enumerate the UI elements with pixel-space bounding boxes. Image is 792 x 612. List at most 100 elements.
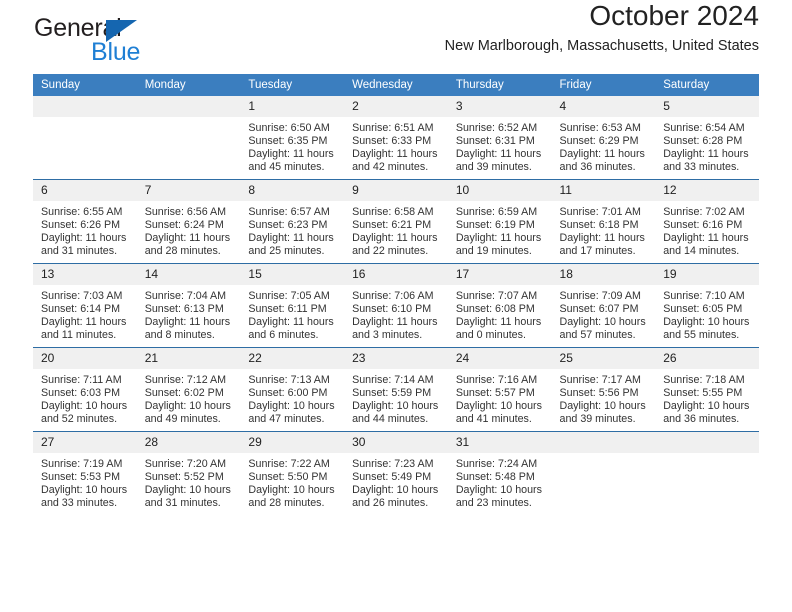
sunset-time: Sunset: 5:57 PM — [455, 386, 535, 399]
calendar-day-cell[interactable]: 19 Sunrise: 7:10 AM Sunset: 6:05 PM Dayligh… — [655, 263, 759, 348]
daylight-duration-line2: and 14 minutes. — [663, 244, 740, 257]
day-details: Sunrise: 7:05 AM Sunset: 6:11 PM Daylight:… — [240, 285, 344, 342]
calendar-day-cell[interactable]: 17 Sunrise: 7:07 AM Sunset: 6:08 PM Dayligh… — [447, 263, 552, 348]
sunset-time: Sunset: 6:16 PM — [663, 218, 743, 231]
sunset-time: Sunset: 5:56 PM — [559, 386, 639, 399]
calendar-day-cell[interactable]: 28 Sunrise: 7:20 AM Sunset: 5:52 PM Dayligh… — [136, 431, 241, 515]
day-details: Sunrise: 6:50 AM Sunset: 6:35 PM Daylight:… — [240, 117, 344, 174]
day-number: 2 — [344, 96, 448, 117]
daylight-duration-line1: Daylight: 11 hours — [248, 315, 334, 328]
calendar-day-cell[interactable]: 11 Sunrise: 7:01 AM Sunset: 6:18 PM Dayligh… — [551, 179, 656, 264]
calendar-day-cell[interactable]: 23 Sunrise: 7:14 AM Sunset: 5:59 PM Dayligh… — [344, 347, 448, 432]
sunset-time: Sunset: 6:24 PM — [144, 218, 224, 231]
daylight-duration-line1: Daylight: 10 hours — [352, 483, 439, 496]
sunrise-time: Sunrise: 7:20 AM — [144, 458, 227, 470]
calendar-day-cell[interactable]: 21 Sunrise: 7:12 AM Sunset: 6:02 PM Dayligh… — [136, 347, 241, 432]
sunset-time: Sunset: 6:03 PM — [41, 386, 121, 399]
page-subtitle: New Marlborough, Massachusetts, United S… — [444, 38, 759, 55]
day-number: 1 — [240, 96, 345, 117]
daylight-duration-line1: Daylight: 10 hours — [663, 315, 750, 328]
daylight-duration-line2: and 31 minutes. — [144, 496, 221, 509]
sunset-time: Sunset: 5:59 PM — [352, 386, 432, 399]
day-number: 26 — [655, 348, 759, 369]
sunset-time: Sunset: 5:49 PM — [352, 470, 432, 483]
daylight-duration-line1: Daylight: 11 hours — [144, 231, 231, 244]
calendar-day-cell[interactable]: 20 Sunrise: 7:11 AM Sunset: 6:03 PM Dayligh… — [33, 347, 137, 432]
calendar-day-cell[interactable]: 15 Sunrise: 7:05 AM Sunset: 6:11 PM Dayligh… — [240, 263, 345, 348]
daylight-duration-line1: Daylight: 11 hours — [41, 231, 127, 244]
calendar-day-cell[interactable]: 13 Sunrise: 7:03 AM Sunset: 6:14 PM Dayligh… — [33, 263, 137, 348]
calendar-header-row: Sunday Monday Tuesday Wednesday Thursday Frid… — [33, 74, 759, 96]
daylight-duration-line2: and 28 minutes. — [144, 244, 221, 257]
sunrise-time: Sunrise: 7:14 AM — [352, 374, 434, 386]
sunrise-time: Sunrise: 6:59 AM — [455, 206, 538, 218]
calendar-day-cell-empty — [551, 431, 656, 515]
sunrise-time: Sunrise: 7:16 AM — [455, 374, 538, 386]
sunrise-time: Sunrise: 7:05 AM — [248, 290, 330, 302]
day-number: 8 — [240, 180, 345, 201]
day-details: Sunrise: 7:14 AM Sunset: 5:59 PM Daylight:… — [344, 369, 448, 426]
sunset-time: Sunset: 6:18 PM — [559, 218, 639, 231]
daylight-duration-line2: and 49 minutes. — [144, 412, 221, 425]
day-details: Sunrise: 6:59 AM Sunset: 6:19 PM Daylight:… — [448, 201, 552, 258]
calendar-day-cell[interactable]: 14 Sunrise: 7:04 AM Sunset: 6:13 PM Dayligh… — [136, 263, 241, 348]
calendar-day-cell[interactable]: 9 Sunrise: 6:58 AM Sunset: 6:21 PM Daylight… — [344, 179, 448, 264]
daylight-duration-line2: and 26 minutes. — [352, 496, 429, 509]
sunrise-time: Sunrise: 7:13 AM — [248, 374, 330, 386]
daylight-duration-line2: and 28 minutes. — [248, 496, 325, 509]
calendar-day-cell[interactable]: 6 Sunrise: 6:55 AM Sunset: 6:26 PM Daylight… — [33, 179, 137, 264]
day-number: 14 — [136, 264, 241, 285]
day-details: Sunrise: 6:51 AM Sunset: 6:33 PM Daylight:… — [344, 117, 448, 174]
calendar-day-cell[interactable]: 12 Sunrise: 7:02 AM Sunset: 6:16 PM Dayligh… — [655, 179, 759, 264]
calendar-day-cell[interactable]: 4 Sunrise: 6:53 AM Sunset: 6:29 PM Daylight… — [551, 96, 656, 180]
daylight-duration-line2: and 45 minutes. — [248, 160, 325, 173]
day-number — [136, 96, 241, 117]
day-details: Sunrise: 6:56 AM Sunset: 6:24 PM Daylight:… — [137, 201, 241, 258]
calendar-day-cell[interactable]: 8 Sunrise: 6:57 AM Sunset: 6:23 PM Daylight… — [240, 179, 345, 264]
calendar-day-cell[interactable]: 7 Sunrise: 6:56 AM Sunset: 6:24 PM Daylight… — [136, 179, 241, 264]
calendar-day-cell[interactable]: 30 Sunrise: 7:23 AM Sunset: 5:49 PM Dayligh… — [344, 431, 448, 515]
calendar-day-cell[interactable]: 27 Sunrise: 7:19 AM Sunset: 5:53 PM Dayligh… — [33, 431, 137, 515]
sunrise-time: Sunrise: 6:50 AM — [248, 122, 330, 134]
daylight-duration-line2: and 47 minutes. — [248, 412, 325, 425]
sunset-time: Sunset: 6:23 PM — [248, 218, 328, 231]
daylight-duration-line2: and 33 minutes. — [663, 160, 740, 173]
logo-text-blue: Blue — [91, 38, 141, 66]
calendar-day-cell[interactable]: 26 Sunrise: 7:18 AM Sunset: 5:55 PM Dayligh… — [655, 347, 759, 432]
day-details: Sunrise: 6:58 AM Sunset: 6:21 PM Daylight:… — [344, 201, 448, 258]
calendar-day-cell[interactable]: 3 Sunrise: 6:52 AM Sunset: 6:31 PM Daylight… — [447, 96, 552, 180]
calendar-day-cell[interactable]: 29 Sunrise: 7:22 AM Sunset: 5:50 PM Dayligh… — [240, 431, 345, 515]
day-details: Sunrise: 7:07 AM Sunset: 6:08 PM Daylight:… — [448, 285, 552, 342]
daylight-duration-line2: and 36 minutes. — [663, 412, 740, 425]
daylight-duration-line1: Daylight: 10 hours — [248, 399, 335, 412]
calendar-day-cell-empty — [136, 96, 241, 180]
day-details: Sunrise: 7:23 AM Sunset: 5:49 PM Daylight:… — [344, 453, 448, 510]
daylight-duration-line1: Daylight: 11 hours — [455, 231, 542, 244]
calendar-day-cell[interactable]: 10 Sunrise: 6:59 AM Sunset: 6:19 PM Dayligh… — [447, 179, 552, 264]
sunrise-time: Sunrise: 6:55 AM — [41, 206, 123, 218]
calendar-day-cell[interactable]: 24 Sunrise: 7:16 AM Sunset: 5:57 PM Dayligh… — [447, 347, 552, 432]
day-details: Sunrise: 7:17 AM Sunset: 5:56 PM Daylight:… — [552, 369, 656, 426]
day-number — [33, 96, 137, 117]
calendar-week-row: 1 Sunrise: 6:50 AM Sunset: 6:35 PM Daylight… — [33, 96, 759, 180]
day-details: Sunrise: 7:22 AM Sunset: 5:50 PM Daylight:… — [240, 453, 344, 510]
calendar-day-cell[interactable]: 25 Sunrise: 7:17 AM Sunset: 5:56 PM Dayligh… — [551, 347, 656, 432]
sunset-time: Sunset: 6:31 PM — [455, 134, 535, 147]
daylight-duration-line2: and 31 minutes. — [41, 244, 118, 257]
daylight-duration-line2: and 25 minutes. — [248, 244, 325, 257]
sunset-time: Sunset: 6:19 PM — [455, 218, 535, 231]
calendar-day-cell[interactable]: 5 Sunrise: 6:54 AM Sunset: 6:28 PM Daylight… — [655, 96, 759, 180]
calendar-page: General Blue October 2024 New Marlboroug… — [0, 0, 792, 612]
calendar-day-cell[interactable]: 22 Sunrise: 7:13 AM Sunset: 6:00 PM Dayligh… — [240, 347, 345, 432]
calendar-day-cell[interactable]: 1 Sunrise: 6:50 AM Sunset: 6:35 PM Daylight… — [240, 96, 345, 180]
weekday-header-sunday: Sunday — [33, 74, 137, 96]
calendar-day-cell[interactable]: 16 Sunrise: 7:06 AM Sunset: 6:10 PM Dayligh… — [344, 263, 448, 348]
calendar-day-cell[interactable]: 18 Sunrise: 7:09 AM Sunset: 6:07 PM Dayligh… — [551, 263, 656, 348]
daylight-duration-line1: Daylight: 10 hours — [144, 483, 231, 496]
calendar-day-cell[interactable]: 31 Sunrise: 7:24 AM Sunset: 5:48 PM Dayligh… — [447, 431, 552, 515]
daylight-duration-line1: Daylight: 11 hours — [455, 147, 542, 160]
daylight-duration-line2: and 41 minutes. — [455, 412, 532, 425]
daylight-duration-line1: Daylight: 11 hours — [248, 147, 334, 160]
calendar-day-cell[interactable]: 2 Sunrise: 6:51 AM Sunset: 6:33 PM Daylight… — [344, 96, 448, 180]
calendar-body: 1 Sunrise: 6:50 AM Sunset: 6:35 PM Daylight… — [33, 96, 759, 515]
